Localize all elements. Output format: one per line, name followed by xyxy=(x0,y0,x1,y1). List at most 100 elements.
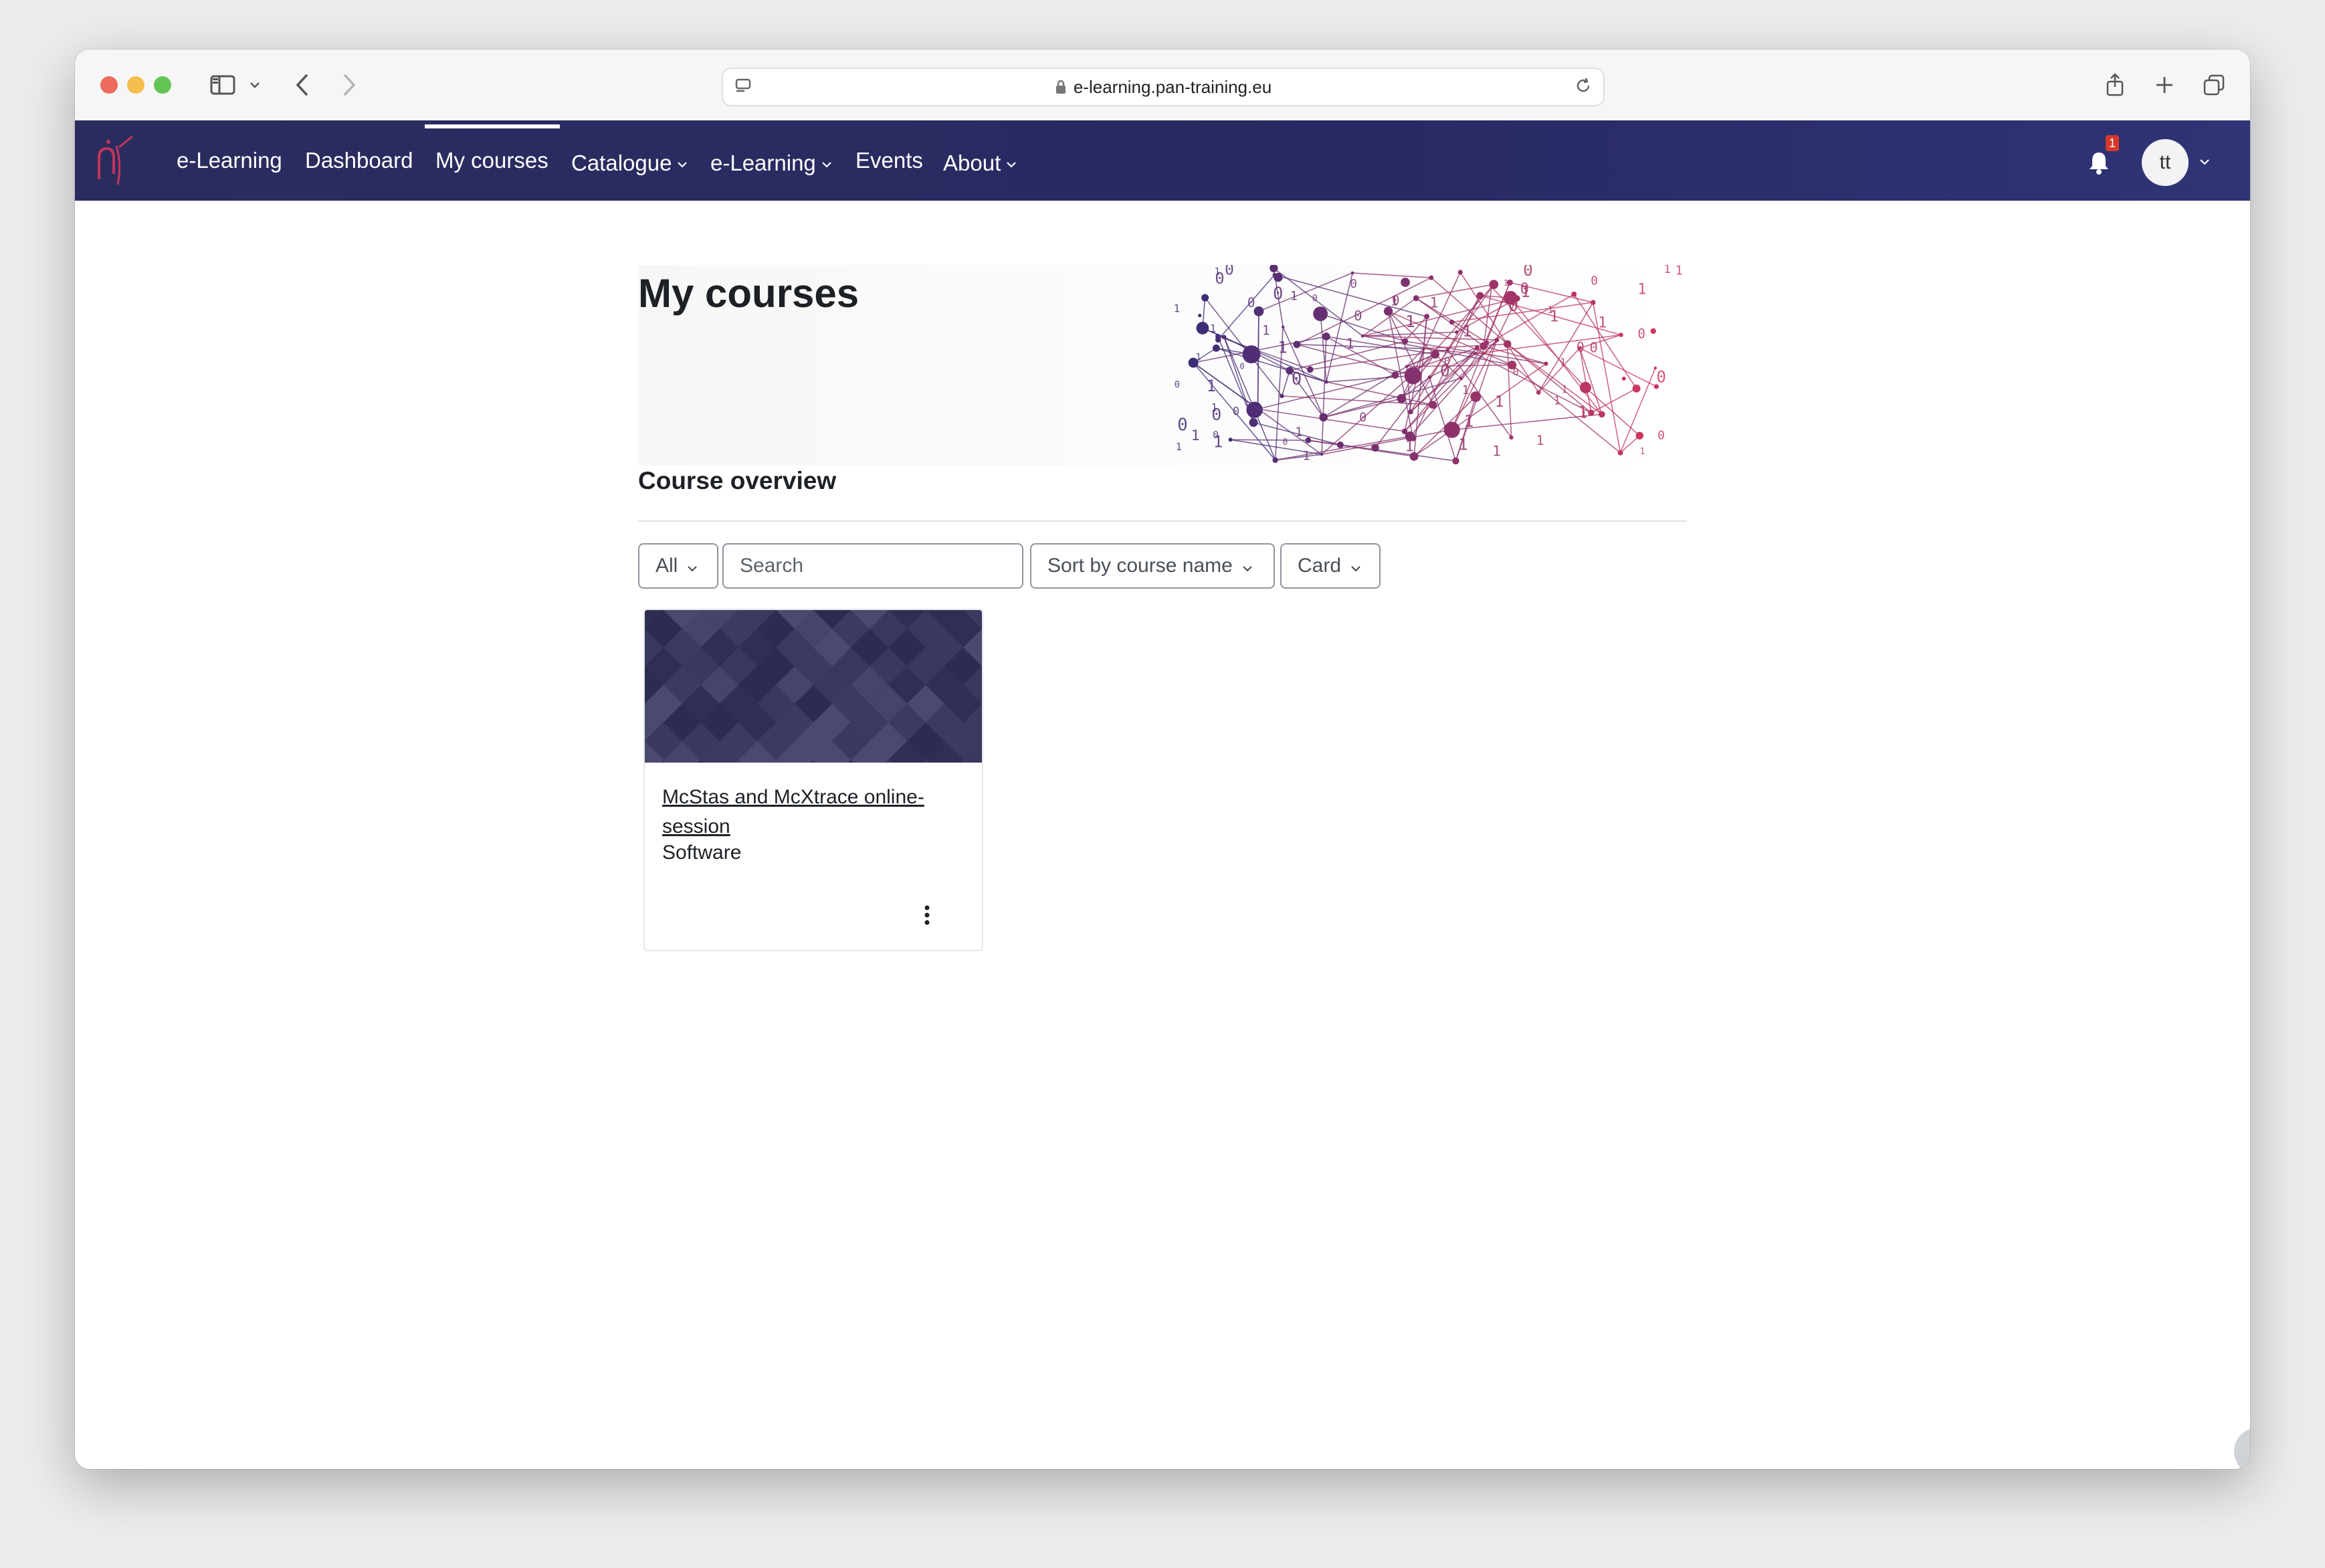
svg-text:1: 1 xyxy=(1278,337,1288,357)
nav-catalogue[interactable]: Catalogue xyxy=(571,120,688,201)
svg-text:0: 0 xyxy=(1292,369,1302,389)
course-actions-menu-icon[interactable] xyxy=(914,899,940,931)
notification-badge: 1 xyxy=(2106,135,2119,151)
nav-about[interactable]: About xyxy=(943,120,1017,201)
share-icon[interactable] xyxy=(2100,66,2130,104)
url-text: e-learning.pan-training.eu xyxy=(723,69,1603,105)
browser-window: e-learning.pan-training.eu e-Learning Da… xyxy=(75,50,2250,1469)
svg-text:0: 0 xyxy=(1440,361,1450,380)
close-window-button[interactable] xyxy=(100,76,118,94)
svg-text:1: 1 xyxy=(1295,425,1302,439)
site-logo[interactable] xyxy=(92,132,139,192)
svg-text:0: 0 xyxy=(1513,366,1519,378)
svg-text:0: 0 xyxy=(1233,404,1239,417)
course-category: Software xyxy=(662,842,742,864)
svg-text:1: 1 xyxy=(1463,411,1474,431)
course-card: McStas and McXtrace online-session Softw… xyxy=(643,609,983,951)
svg-text:0: 0 xyxy=(1577,339,1585,355)
forward-icon[interactable] xyxy=(336,66,363,104)
svg-text:1: 1 xyxy=(1547,305,1552,316)
svg-text:0: 0 xyxy=(1359,411,1367,425)
chevron-down-icon xyxy=(1350,555,1361,577)
display-view-dropdown[interactable]: Card xyxy=(1280,543,1381,589)
tab-overview-icon[interactable] xyxy=(2199,66,2229,104)
svg-text:1: 1 xyxy=(1536,433,1544,448)
svg-text:0: 0 xyxy=(1256,408,1261,417)
svg-text:1: 1 xyxy=(1554,393,1560,407)
address-bar[interactable]: e-learning.pan-training.eu xyxy=(722,68,1605,106)
course-image[interactable] xyxy=(645,610,982,763)
sort-dropdown[interactable]: Sort by course name xyxy=(1030,543,1275,589)
section-title-course-overview: Course overview xyxy=(638,467,837,494)
svg-text:0: 0 xyxy=(1312,293,1318,304)
svg-text:1: 1 xyxy=(1676,265,1683,278)
search-field[interactable] xyxy=(722,543,1023,589)
svg-text:1: 1 xyxy=(1495,393,1504,411)
svg-text:1: 1 xyxy=(1207,377,1216,395)
chevron-down-icon[interactable] xyxy=(245,66,265,104)
svg-text:0: 0 xyxy=(1657,368,1666,387)
svg-text:1: 1 xyxy=(1391,294,1398,308)
svg-text:1: 1 xyxy=(1430,294,1439,310)
course-name-link[interactable]: McStas and McXtrace online-session xyxy=(662,783,956,842)
svg-text:1: 1 xyxy=(1663,265,1671,276)
svg-text:1: 1 xyxy=(1174,302,1181,315)
svg-text:1: 1 xyxy=(1462,383,1470,397)
svg-text:1: 1 xyxy=(1191,427,1200,444)
grouping-filter-dropdown[interactable]: All xyxy=(638,543,718,589)
section-divider xyxy=(638,520,1687,522)
zoom-window-button[interactable] xyxy=(154,76,171,94)
svg-text:0: 0 xyxy=(1589,339,1597,355)
user-menu-chevron-icon[interactable] xyxy=(2197,154,2213,170)
svg-text:1: 1 xyxy=(1462,322,1472,340)
back-icon[interactable] xyxy=(289,66,316,104)
sidebar-toggle-icon[interactable] xyxy=(206,66,239,104)
svg-text:0: 0 xyxy=(1225,265,1234,278)
svg-text:0: 0 xyxy=(1591,274,1598,288)
svg-text:1: 1 xyxy=(1492,444,1501,460)
search-input[interactable] xyxy=(724,555,1022,577)
nav-my-courses[interactable]: My courses xyxy=(435,120,548,201)
new-tab-icon[interactable] xyxy=(2150,66,2179,104)
nav-events[interactable]: Events xyxy=(855,120,923,201)
svg-text:1: 1 xyxy=(1504,278,1508,288)
svg-text:1: 1 xyxy=(1195,353,1201,363)
svg-text:0: 0 xyxy=(1247,295,1255,310)
chevron-down-icon xyxy=(1242,555,1253,577)
svg-text:0: 0 xyxy=(1637,326,1645,342)
svg-text:0: 0 xyxy=(1239,361,1244,371)
help-button[interactable]: ? xyxy=(2234,1428,2250,1469)
svg-text:1: 1 xyxy=(1262,323,1270,338)
chevron-down-icon xyxy=(821,120,832,201)
svg-text:1: 1 xyxy=(1458,435,1468,454)
svg-text:0: 0 xyxy=(1273,284,1283,304)
svg-text:0: 0 xyxy=(1282,437,1288,448)
svg-text:1: 1 xyxy=(1405,438,1413,456)
site-navbar: e-Learning Dashboard My courses Catalogu… xyxy=(75,120,2250,201)
svg-text:1: 1 xyxy=(1213,433,1223,452)
svg-text:0: 0 xyxy=(1175,380,1180,391)
svg-text:1: 1 xyxy=(1560,357,1566,369)
browser-toolbar: e-learning.pan-training.eu xyxy=(75,50,2250,121)
svg-text:0: 0 xyxy=(1177,415,1187,435)
svg-text:1: 1 xyxy=(1210,322,1217,335)
nav-brand-e-learning[interactable]: e-Learning xyxy=(177,120,282,201)
svg-text:1: 1 xyxy=(1290,289,1298,303)
minimize-window-button[interactable] xyxy=(127,76,144,94)
svg-text:0: 0 xyxy=(1523,265,1533,280)
svg-text:1: 1 xyxy=(1302,450,1310,464)
svg-text:0: 0 xyxy=(1350,277,1357,291)
nav-dashboard[interactable]: Dashboard xyxy=(305,120,413,201)
svg-text:0: 0 xyxy=(1508,296,1518,316)
reload-icon[interactable] xyxy=(1570,68,1597,104)
chevron-down-icon xyxy=(1006,120,1017,201)
svg-text:1: 1 xyxy=(1405,312,1415,331)
svg-text:1: 1 xyxy=(1581,409,1587,421)
svg-text:1: 1 xyxy=(1346,335,1354,352)
svg-text:1: 1 xyxy=(1598,314,1607,331)
svg-text:0: 0 xyxy=(1211,405,1221,424)
chevron-down-icon xyxy=(677,120,688,201)
nav-e-learning-menu[interactable]: e-Learning xyxy=(710,120,832,201)
svg-text:1: 1 xyxy=(1639,447,1645,457)
user-avatar[interactable]: tt xyxy=(2142,139,2189,186)
